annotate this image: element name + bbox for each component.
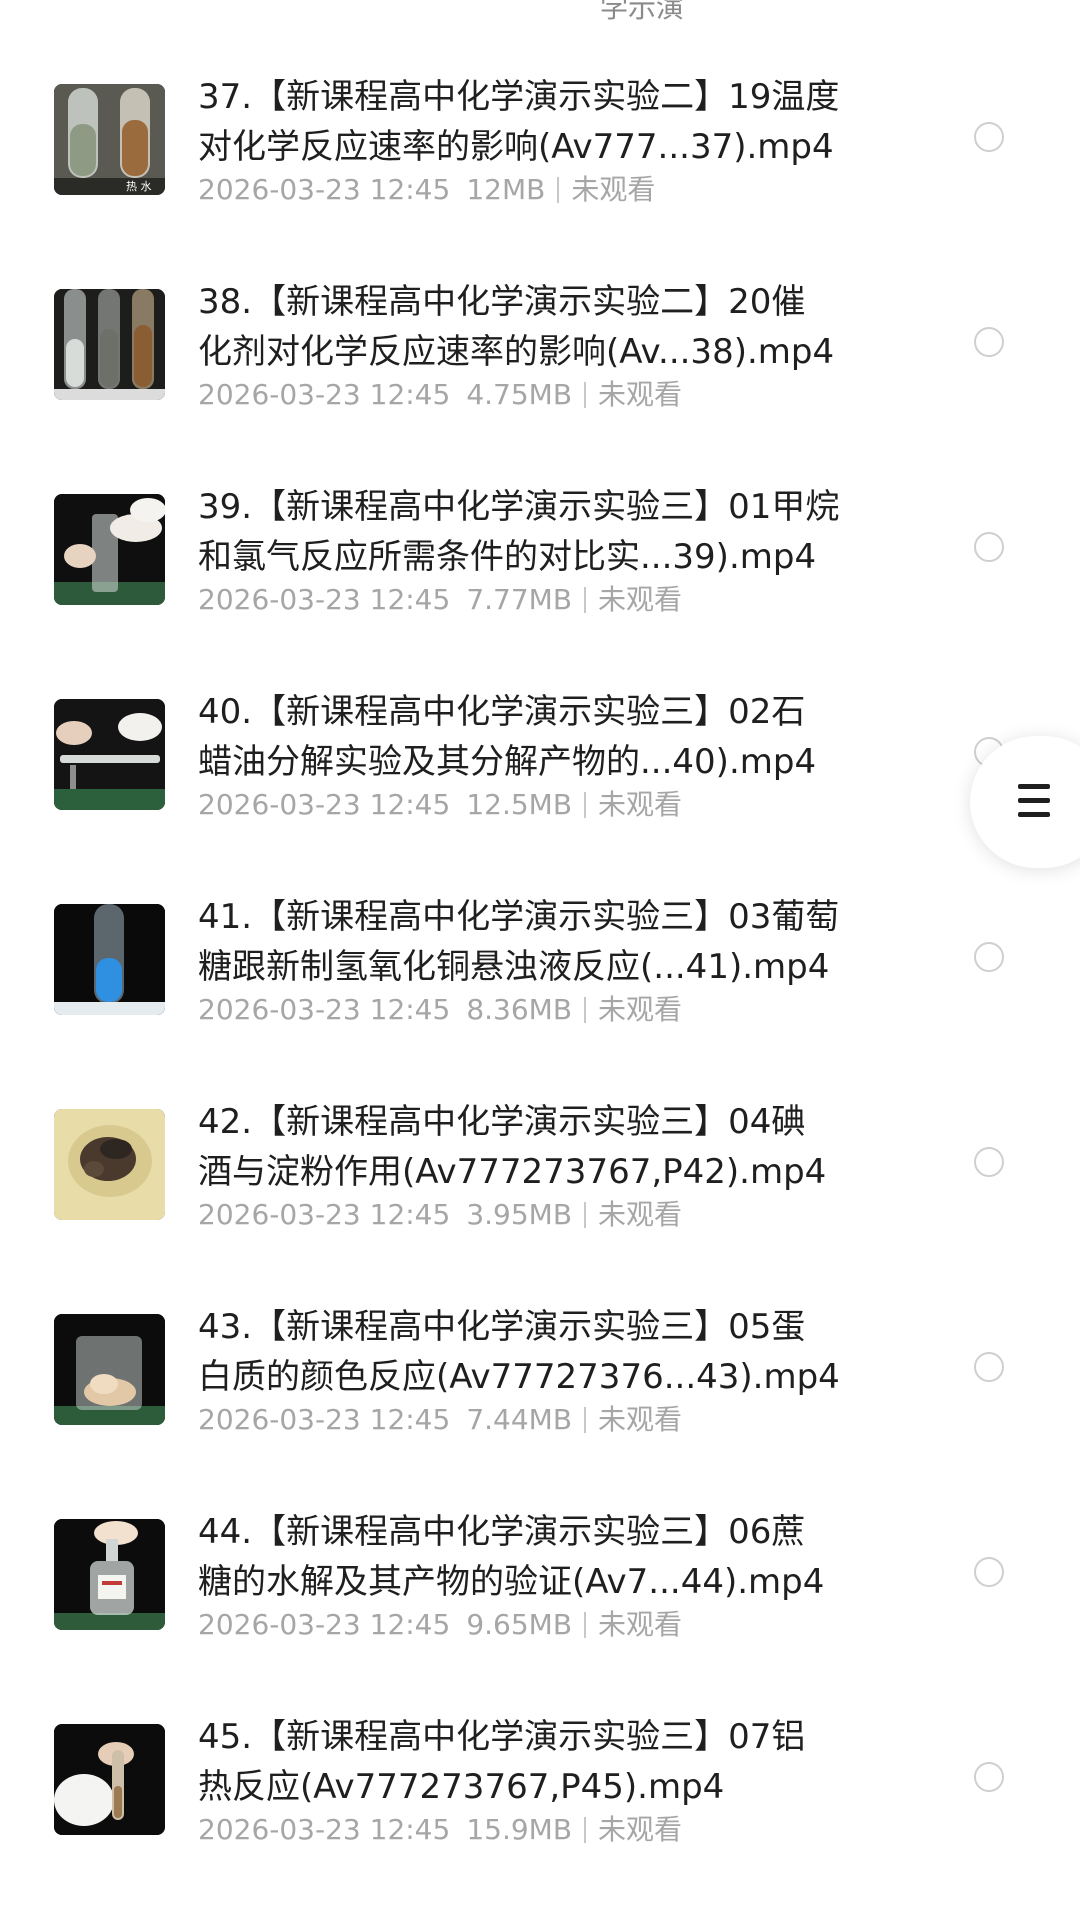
file-size: 15.9MB (466, 1813, 573, 1846)
hands-gas-cylinder-thumbnail[interactable] (54, 494, 165, 605)
select-radio-button[interactable] (974, 1147, 1004, 1177)
file-meta: 2026-03-23 12:45 12MB 未观看 (198, 172, 655, 208)
test-tubes-water-thumbnail[interactable]: 热 水 (54, 84, 165, 195)
file-size: 7.44MB (466, 1403, 573, 1436)
watch-status: 未观看 (598, 378, 683, 411)
watch-status: 未观看 (598, 788, 683, 821)
meta-divider (584, 997, 587, 1023)
list-item[interactable]: 热 水 37.【新课程高中化学演示实验二】19温度 对化学反应速率的影响(Av7… (0, 52, 1080, 257)
watch-status: 未观看 (598, 1198, 683, 1231)
file-title[interactable]: 44.【新课程高中化学演示实验三】06蔗 糖的水解及其产物的验证(Av7...4… (198, 1507, 918, 1607)
file-date: 2026-03-23 12:45 (198, 173, 451, 206)
list-item[interactable]: 38.【新课程高中化学演示实验二】20催 化剂对化学反应速率的影响(Av...3… (0, 257, 1080, 462)
file-title[interactable]: 38.【新课程高中化学演示实验二】20催 化剂对化学反应速率的影响(Av...3… (198, 277, 918, 377)
select-radio-button[interactable] (974, 1557, 1004, 1587)
list-item[interactable]: 40.【新课程高中化学演示实验三】02石 蜡油分解实验及其分解产物的...40)… (0, 667, 1080, 872)
watch-status: 未观看 (598, 1608, 683, 1641)
gloved-hand-tube-thumbnail[interactable] (54, 1724, 165, 1835)
cutoff-header-text: 学示演 (600, 0, 685, 24)
select-radio-button[interactable] (974, 327, 1004, 357)
file-title[interactable]: 37.【新课程高中化学演示实验二】19温度 对化学反应速率的影响(Av777..… (198, 72, 918, 172)
file-title[interactable]: 45.【新课程高中化学演示实验三】07铝 热反应(Av777273767,P45… (198, 1712, 918, 1812)
watch-status: 未观看 (571, 173, 656, 206)
meta-divider (584, 1202, 587, 1228)
three-test-tubes-thumbnail[interactable] (54, 289, 165, 400)
list-item[interactable]: 42.【新课程高中化学演示实验三】04碘 酒与淀粉作用(Av777273767,… (0, 1077, 1080, 1282)
meta-divider (584, 1612, 587, 1638)
select-radio-button[interactable] (974, 1762, 1004, 1792)
file-date: 2026-03-23 12:45 (198, 993, 451, 1026)
meta-divider (584, 1407, 587, 1433)
meta-divider (584, 587, 587, 613)
file-title[interactable]: 41.【新课程高中化学演示实验三】03葡萄 糖跟新制氢氧化铜悬浊液反应(...4… (198, 892, 918, 992)
file-date: 2026-03-23 12:45 (198, 788, 451, 821)
file-size: 3.95MB (466, 1198, 573, 1231)
file-meta: 2026-03-23 12:45 7.77MB 未观看 (198, 582, 682, 618)
file-size: 4.75MB (466, 378, 573, 411)
watch-status: 未观看 (598, 583, 683, 616)
watch-status: 未观看 (598, 993, 683, 1026)
file-size: 8.36MB (466, 993, 573, 1026)
thumb-caption: 热 水 (126, 180, 152, 193)
file-title[interactable]: 43.【新课程高中化学演示实验三】05蛋 白质的颜色反应(Av77727376.… (198, 1302, 918, 1402)
list-item[interactable]: 45.【新课程高中化学演示实验三】07铝 热反应(Av777273767,P45… (0, 1692, 1080, 1897)
watch-status: 未观看 (598, 1403, 683, 1436)
blue-solution-tube-thumbnail[interactable] (54, 904, 165, 1015)
iodine-starch-stain-thumbnail[interactable] (54, 1109, 165, 1220)
file-meta: 2026-03-23 12:45 4.75MB 未观看 (198, 377, 682, 413)
file-meta: 2026-03-23 12:45 7.44MB 未观看 (198, 1402, 682, 1438)
video-file-list: 热 水 37.【新课程高中化学演示实验二】19温度 对化学反应速率的影响(Av7… (0, 52, 1080, 1897)
file-size: 12MB (466, 173, 546, 206)
list-item[interactable]: 41.【新课程高中化学演示实验三】03葡萄 糖跟新制氢氧化铜悬浊液反应(...4… (0, 872, 1080, 1077)
file-title[interactable]: 40.【新课程高中化学演示实验三】02石 蜡油分解实验及其分解产物的...40)… (198, 687, 918, 787)
list-item[interactable]: 44.【新课程高中化学演示实验三】06蔗 糖的水解及其产物的验证(Av7...4… (0, 1487, 1080, 1692)
file-title[interactable]: 39.【新课程高中化学演示实验三】01甲烷 和氯气反应所需条件的对比实...39… (198, 482, 918, 582)
file-meta: 2026-03-23 12:45 8.36MB 未观看 (198, 992, 682, 1028)
file-date: 2026-03-23 12:45 (198, 378, 451, 411)
hamburger-menu-icon (1018, 784, 1050, 818)
beaker-protein-thumbnail[interactable] (54, 1314, 165, 1425)
list-item[interactable]: 39.【新课程高中化学演示实验三】01甲烷 和氯气反应所需条件的对比实...39… (0, 462, 1080, 667)
file-meta: 2026-03-23 12:45 12.5MB 未观看 (198, 787, 682, 823)
top-cutoff-header: 学示演 (0, 0, 1080, 24)
select-radio-button[interactable] (974, 942, 1004, 972)
meta-divider (557, 177, 560, 203)
file-meta: 2026-03-23 12:45 15.9MB 未观看 (198, 1812, 682, 1848)
file-date: 2026-03-23 12:45 (198, 583, 451, 616)
file-size: 12.5MB (466, 788, 573, 821)
file-date: 2026-03-23 12:45 (198, 1403, 451, 1436)
file-size: 9.65MB (466, 1608, 573, 1641)
list-item[interactable]: 43.【新课程高中化学演示实验三】05蛋 白质的颜色反应(Av77727376.… (0, 1282, 1080, 1487)
file-size: 7.77MB (466, 583, 573, 616)
reagent-bottle-thumbnail[interactable] (54, 1519, 165, 1630)
file-date: 2026-03-23 12:45 (198, 1608, 451, 1641)
file-meta: 2026-03-23 12:45 3.95MB 未观看 (198, 1197, 682, 1233)
select-radio-button[interactable] (974, 1352, 1004, 1382)
select-radio-button[interactable] (974, 532, 1004, 562)
file-date: 2026-03-23 12:45 (198, 1198, 451, 1231)
glass-tube-heating-thumbnail[interactable] (54, 699, 165, 810)
file-meta: 2026-03-23 12:45 9.65MB 未观看 (198, 1607, 682, 1643)
select-radio-button[interactable] (974, 122, 1004, 152)
file-title[interactable]: 42.【新课程高中化学演示实验三】04碘 酒与淀粉作用(Av777273767,… (198, 1097, 918, 1197)
meta-divider (584, 792, 587, 818)
meta-divider (584, 382, 587, 408)
watch-status: 未观看 (598, 1813, 683, 1846)
meta-divider (584, 1817, 587, 1843)
file-date: 2026-03-23 12:45 (198, 1813, 451, 1846)
